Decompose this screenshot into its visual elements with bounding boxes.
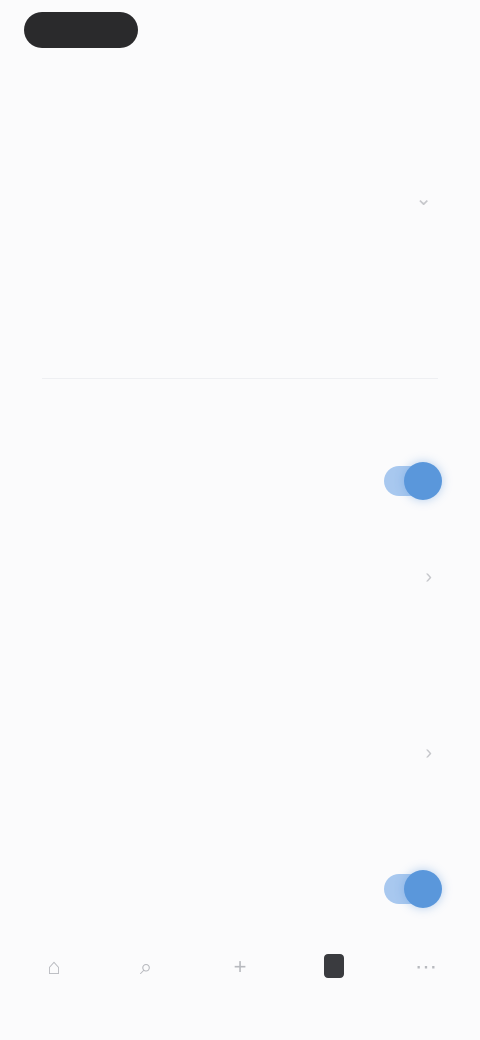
chevron-right-icon[interactable]: › [425,742,432,765]
toggle-knob [404,462,442,500]
tab-add[interactable]: + [210,954,270,988]
status-time [24,12,138,48]
status-icons [392,22,456,36]
toggle-knob [404,870,442,908]
divider [42,378,438,379]
tab-home[interactable]: ⌂ [24,954,84,988]
tab-device[interactable] [304,954,364,992]
device-icon [324,954,344,978]
home-icon: ⌂ [47,954,61,979]
toggle-switch-1[interactable] [384,462,442,500]
more-icon: ⋯ [415,954,437,979]
settings-row-2[interactable] [42,270,438,276]
tab-search[interactable]: ⌕ [116,954,176,988]
toggle-switch-2[interactable] [384,870,442,908]
settings-row-3[interactable] [42,716,360,722]
add-icon: + [233,954,247,979]
settings-row-toggle-2[interactable] [42,852,360,858]
tab-bar: ⌂ ⌕ + ⋯ [0,940,480,1040]
search-icon: ⌕ [139,954,153,979]
status-bar [0,0,480,60]
chevron-down-icon[interactable]: ⌄ [415,186,432,211]
tab-more[interactable]: ⋯ [396,954,456,988]
settings-row-toggle-1[interactable] [42,444,360,450]
chevron-right-icon[interactable]: › [425,566,432,589]
